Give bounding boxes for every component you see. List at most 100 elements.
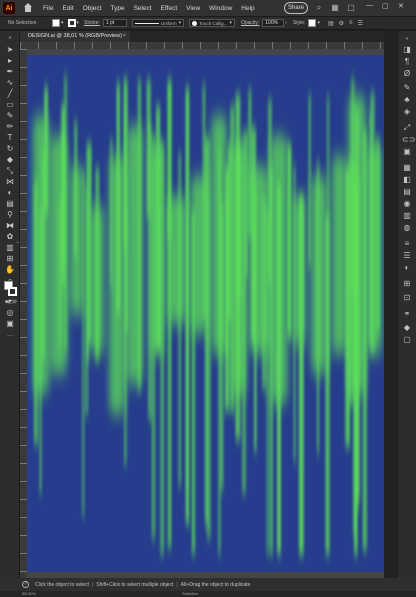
stroke-panel-icon[interactable]: ≡ — [402, 239, 412, 249]
collapse-panel-icon[interactable]: » — [5, 33, 15, 43]
align-icon[interactable]: ≡ — [349, 20, 353, 26]
paragraph-icon[interactable]: ¶ — [402, 57, 412, 67]
edit-toolbar-icon[interactable]: ··· — [5, 331, 15, 341]
search-icon[interactable]: ⌕ — [314, 3, 324, 13]
chevron-right-icon[interactable]: › — [285, 20, 287, 26]
stroke-label[interactable]: Stroke: — [84, 20, 100, 26]
tool-mode[interactable]: Selection — [182, 591, 198, 596]
eyedropper-icon[interactable]: ⚲ — [5, 210, 15, 220]
menu-object[interactable]: Object — [83, 5, 102, 12]
green-strand — [277, 185, 281, 555]
opacity-label[interactable]: Opacity: — [241, 20, 259, 26]
brush-name: Touch Callig... — [199, 20, 228, 26]
eraser-icon[interactable]: ◆ — [5, 155, 15, 165]
draw-mode-icon[interactable]: ◎ — [5, 308, 15, 318]
blend-icon[interactable]: ⧓ — [5, 221, 15, 231]
pen-tool-icon[interactable]: ✒ — [5, 67, 15, 77]
brushes-icon[interactable]: ✎ — [402, 83, 412, 93]
graphic-styles-icon[interactable]: ◈ — [402, 107, 412, 117]
symbols-icon[interactable]: ♣ — [402, 95, 412, 105]
chevron-down-icon[interactable]: ▾ — [61, 20, 64, 26]
transparency-icon[interactable]: ◍ — [402, 223, 412, 233]
green-strand — [357, 175, 360, 500]
document-tab[interactable]: DESIGN.ai @ 38,01 % (RGB/Preview) × — [20, 31, 130, 42]
color-mode-icon[interactable]: ■◩⊘ — [5, 297, 17, 307]
artboards-icon[interactable]: ◐ — [402, 263, 412, 273]
stroke-swatch[interactable] — [67, 19, 76, 27]
color-icon[interactable]: ◉ — [402, 199, 412, 209]
brush-definition[interactable]: Touch Callig... ▾ — [189, 19, 235, 27]
graphic-style-swatch[interactable] — [308, 19, 317, 27]
workspace-icon[interactable]: ▢ — [346, 3, 356, 13]
links-icon[interactable]: ⤢ — [402, 123, 412, 133]
glyphs-icon[interactable]: Ø — [402, 69, 412, 79]
gradient-panel-icon[interactable]: ▥ — [402, 211, 412, 221]
arrange-documents-icon[interactable]: ▦ — [330, 3, 340, 13]
horizontal-ruler[interactable] — [20, 42, 384, 49]
gradient-icon[interactable]: ▤ — [5, 199, 15, 209]
more-options-icon[interactable]: ☰ — [358, 20, 363, 27]
help-icon[interactable]: ? — [22, 581, 29, 588]
menu-select[interactable]: Select — [134, 5, 152, 12]
home-icon[interactable] — [23, 3, 33, 13]
rectangle-tool-icon[interactable]: ▭ — [5, 100, 15, 110]
green-strand — [33, 180, 39, 446]
chevron-down-icon[interactable]: ▾ — [317, 20, 320, 26]
share-button[interactable]: Share — [284, 2, 308, 14]
asset-export-icon[interactable]: ⊡ — [402, 293, 412, 303]
zoom-level[interactable]: 38.01% — [22, 591, 36, 596]
artboard-tool-icon[interactable]: ⊞ — [5, 254, 15, 264]
opacity-field[interactable]: 100% — [262, 19, 285, 27]
collapse-dock-icon[interactable]: « — [402, 34, 412, 44]
layers-icon[interactable]: ☰ — [402, 251, 412, 261]
document-setup-icon[interactable]: ▤ — [328, 20, 334, 27]
type-tool-icon[interactable]: T — [5, 133, 15, 143]
menu-file[interactable]: File — [43, 5, 53, 12]
maximize-icon[interactable]: ▢ — [382, 2, 389, 10]
vertical-ruler[interactable] — [20, 49, 27, 578]
image-trace-icon[interactable]: ⚭ — [402, 309, 412, 319]
stroke-weight-field[interactable]: 1 pt — [102, 19, 127, 27]
swatches-icon[interactable]: ▤ — [402, 187, 412, 197]
selection-tool-icon[interactable]: ➤ — [5, 45, 15, 55]
width-tool-icon[interactable]: ⋈ — [5, 177, 15, 187]
rotate-icon[interactable]: ↻ — [5, 144, 15, 154]
pencil-icon[interactable]: ✏ — [5, 122, 15, 132]
align-icon[interactable]: ▦ — [402, 163, 412, 173]
menu-window[interactable]: Window — [209, 5, 232, 12]
preferences-icon[interactable]: ⚙ — [339, 20, 344, 27]
minimize-icon[interactable]: — — [366, 2, 373, 9]
appearance-icon[interactable]: ⊂⊃ — [402, 135, 415, 145]
artboard[interactable] — [27, 55, 389, 572]
chevron-down-icon[interactable]: ▾ — [77, 20, 80, 26]
menu-edit[interactable]: Edit — [62, 5, 73, 12]
direct-selection-icon[interactable]: ▸ — [5, 56, 15, 66]
artwork[interactable] — [27, 55, 389, 572]
stroke-color[interactable] — [8, 287, 17, 296]
green-strand — [248, 88, 252, 238]
properties-icon[interactable]: ◨ — [402, 45, 412, 55]
fill-swatch[interactable] — [52, 19, 60, 27]
navigator-icon[interactable]: ▢ — [402, 335, 412, 345]
menu-type[interactable]: Type — [110, 5, 124, 12]
variable-width-profile[interactable]: Uniform ▾ — [131, 19, 185, 27]
transform-icon[interactable]: ▣ — [402, 147, 412, 157]
libraries-icon[interactable]: ⊞ — [402, 279, 412, 289]
scale-icon[interactable]: ⤡ — [5, 166, 15, 176]
paintbrush-icon[interactable]: ✎ — [5, 111, 15, 121]
green-strand — [116, 82, 120, 315]
curvature-tool-icon[interactable]: ∿ — [5, 78, 15, 88]
screen-mode-icon[interactable]: ▣ — [5, 319, 15, 329]
scrollbar-vertical[interactable] — [384, 31, 397, 578]
menu-help[interactable]: Help — [241, 5, 254, 12]
menu-effect[interactable]: Effect — [161, 5, 178, 12]
chevron-down-icon: ▾ — [229, 20, 232, 26]
layers-stack-icon[interactable]: ◆ — [402, 323, 412, 333]
menu-view[interactable]: View — [186, 5, 200, 12]
shape-builder-icon[interactable]: ◐ — [5, 188, 15, 198]
line-tool-icon[interactable]: ╱ — [5, 89, 15, 99]
pathfinder-icon[interactable]: ◧ — [402, 175, 412, 185]
close-icon[interactable]: ✕ — [398, 2, 404, 10]
hand-icon[interactable]: ✋ — [5, 265, 15, 275]
close-tab-icon[interactable]: × — [123, 31, 126, 42]
